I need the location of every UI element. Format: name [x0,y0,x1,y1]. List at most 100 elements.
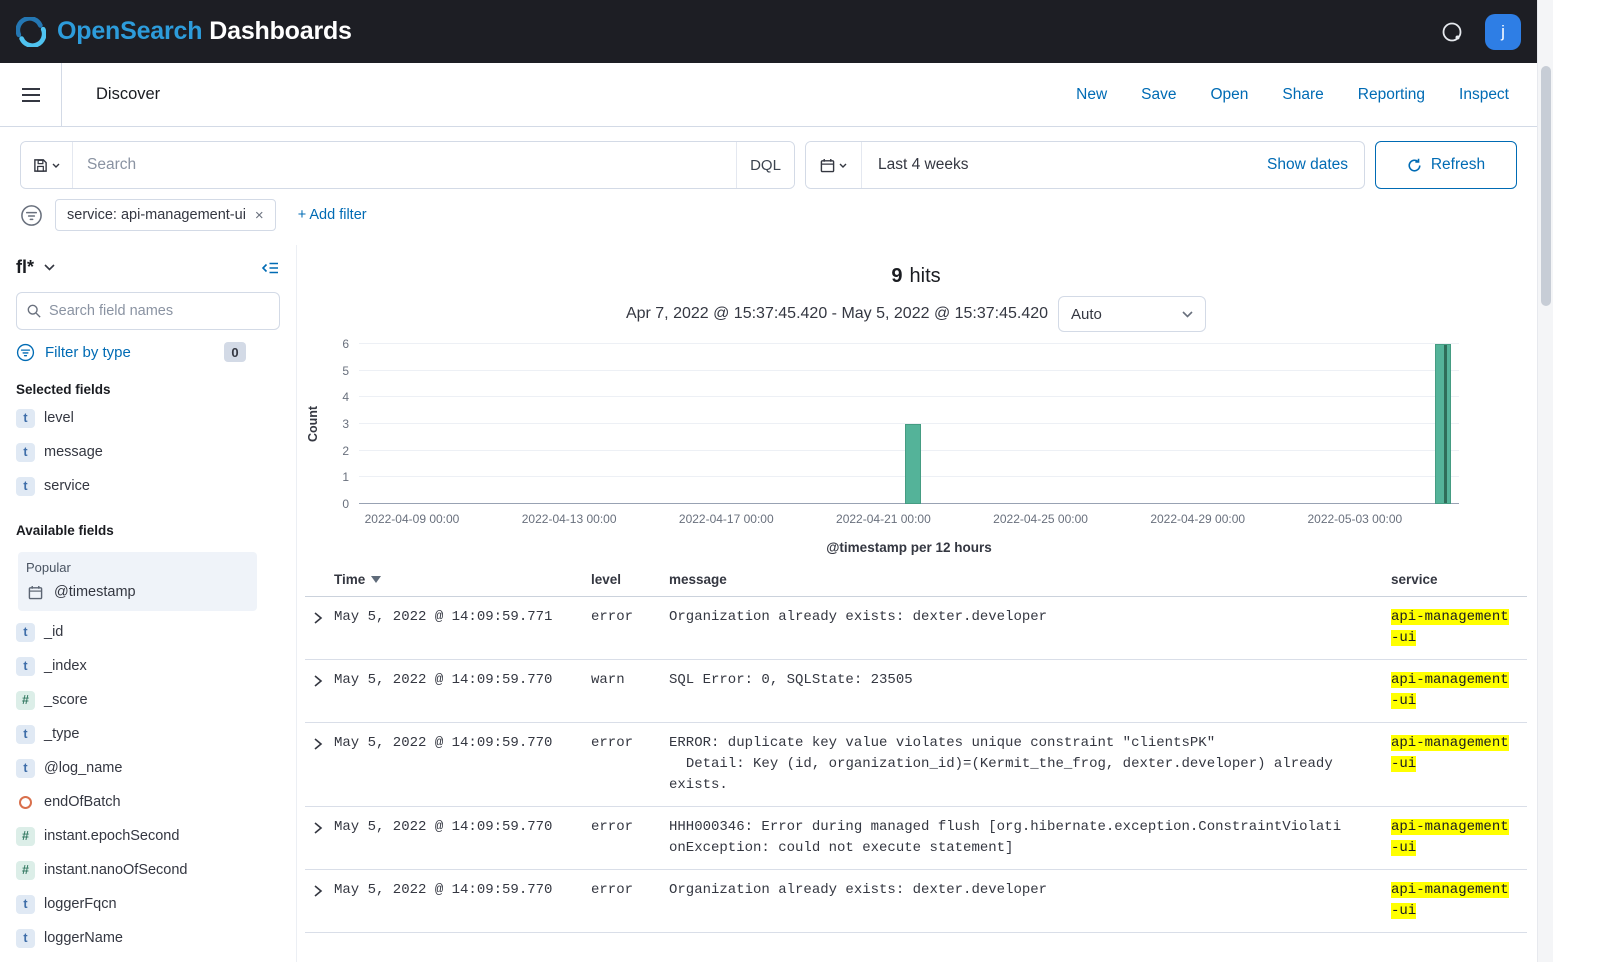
interval-select[interactable]: Auto [1058,296,1206,332]
documents-table: Time level message service May 5, 2022 @… [305,563,1527,933]
cell-message: Organization already exists: dexter.deve… [669,607,1371,628]
field-item-timestamp[interactable]: @timestamp [26,575,251,609]
scrollbar-thumb[interactable] [1541,66,1551,306]
y-axis-labels: Count 0123456 [305,344,359,504]
field-item-logger-fqcn[interactable]: t loggerFqcn [16,887,280,921]
share-button[interactable]: Share [1282,86,1323,104]
field-item-index[interactable]: t _index [16,649,280,683]
discover-main: 9hits Apr 7, 2022 @ 15:37:45.420 - May 5… [297,245,1537,962]
breadcrumb: Discover [96,85,160,104]
filter-type-count-badge: 0 [224,342,246,362]
expand-row-icon[interactable] [305,817,331,835]
opensearch-logo-icon [16,17,46,47]
table-row: May 5, 2022 @ 14:09:59.770 error HHH0003… [305,807,1527,870]
field-item-type[interactable]: t _type [16,717,280,751]
field-item-message[interactable]: t message [16,435,280,469]
y-tick-label: 1 [342,470,349,484]
boolean-token-icon [16,793,35,812]
remove-filter-icon[interactable]: × [255,208,264,223]
column-header-message[interactable]: message [669,572,1371,587]
field-search-input[interactable] [49,303,269,319]
field-item-instant-nano-of-second[interactable]: # instant.nanoOfSecond [16,853,280,887]
y-tick-label: 3 [342,417,349,431]
add-filter-button[interactable]: + Add filter [298,207,367,223]
collapse-sidebar-icon[interactable] [261,259,280,277]
chevron-down-icon [1182,311,1193,318]
table-row: May 5, 2022 @ 14:09:59.771 error Organiz… [305,597,1527,660]
string-token-icon: t [16,657,35,676]
help-icon[interactable] [1439,19,1465,45]
field-item-end-of-batch[interactable]: endOfBatch [16,785,280,819]
chevron-down-icon [52,163,60,168]
column-header-service[interactable]: service [1371,572,1523,587]
hits-label: hits [910,265,941,287]
cell-message: ERROR: duplicate key value violates uniq… [669,733,1371,796]
save-button[interactable]: Save [1141,86,1176,104]
cell-service: api-management -ui [1371,817,1523,859]
calendar-icon [820,158,835,173]
field-item-score[interactable]: # _score [16,683,280,717]
menu-hamburger-icon[interactable] [0,63,62,126]
x-tick-label: 2022-05-03 00:00 [1307,512,1402,526]
table-row: May 5, 2022 @ 14:09:59.770 warn SQL Erro… [305,660,1527,723]
cell-level: error [591,607,669,628]
histogram-bar[interactable] [905,424,921,504]
field-item-id[interactable]: t _id [16,615,280,649]
cell-message: Organization already exists: dexter.deve… [669,880,1371,901]
hits-summary: 9hits [305,265,1527,288]
histogram-bar[interactable] [1435,344,1451,504]
cell-time: May 5, 2022 @ 14:09:59.770 [331,733,591,754]
chevron-down-icon [44,264,55,271]
cell-message: SQL Error: 0, SQLState: 23505 [669,670,1371,691]
field-item-level[interactable]: t level [16,401,280,435]
filter-pill-service[interactable]: service: api-management-ui × [55,199,276,231]
reporting-button[interactable]: Reporting [1358,86,1425,104]
field-item-log-name[interactable]: t @log_name [16,751,280,785]
brand-product-name: OpenSearch [57,17,202,45]
cell-level: error [591,817,669,838]
popular-heading: Popular [26,560,251,575]
new-button[interactable]: New [1076,86,1107,104]
opensearch-dashboards-app: OpenSearchDashboards j Discover New Sa [0,0,1537,962]
fields-sidebar: fl* [0,245,297,962]
query-language-button[interactable]: DQL [736,142,794,188]
user-avatar[interactable]: j [1485,14,1521,50]
string-token-icon: t [16,477,35,496]
filter-bar: service: api-management-ui × + Add filte… [0,197,1537,245]
column-header-level[interactable]: level [591,572,669,587]
cell-level: error [591,880,669,901]
column-header-time[interactable]: Time [331,572,591,587]
x-axis-title: @timestamp per 12 hours [359,540,1459,555]
index-pattern-selector[interactable]: fl* [16,257,55,278]
gridline [359,396,1459,397]
expand-row-icon[interactable] [305,670,331,688]
opensearch-home-link[interactable]: OpenSearchDashboards [16,17,352,47]
time-range-quick-label[interactable]: Last 4 weeks [862,142,984,188]
time-range-end-marker [1444,345,1447,503]
field-item-instant-epoch-second[interactable]: # instant.epochSecond [16,819,280,853]
saved-query-menu-button[interactable] [21,142,73,188]
avatar-initial: j [1501,22,1505,42]
y-tick-label: 6 [342,337,349,351]
chart-time-range: Apr 7, 2022 @ 15:37:45.420 - May 5, 2022… [626,305,1048,323]
expand-row-icon[interactable] [305,607,331,625]
refresh-button[interactable]: Refresh [1375,141,1517,189]
x-tick-label: 2022-04-21 00:00 [836,512,931,526]
x-tick-label: 2022-04-09 00:00 [365,512,460,526]
x-axis-labels: 2022-04-09 00:002022-04-13 00:002022-04-… [359,512,1459,532]
field-search-box [16,292,280,330]
field-item-logger-name[interactable]: t loggerName [16,921,280,955]
cell-time: May 5, 2022 @ 14:09:59.770 [331,880,591,901]
quick-select-menu-button[interactable] [806,142,862,188]
expand-row-icon[interactable] [305,880,331,898]
expand-row-icon[interactable] [305,733,331,751]
search-input[interactable] [73,142,736,188]
x-tick-label: 2022-04-29 00:00 [1150,512,1245,526]
filter-by-type-button[interactable]: Filter by type 0 [16,342,280,362]
show-dates-button[interactable]: Show dates [1267,142,1364,188]
open-button[interactable]: Open [1211,86,1249,104]
field-item-service[interactable]: t service [16,469,280,503]
string-token-icon: t [16,443,35,462]
filter-options-icon[interactable] [20,204,43,227]
inspect-button[interactable]: Inspect [1459,86,1509,104]
